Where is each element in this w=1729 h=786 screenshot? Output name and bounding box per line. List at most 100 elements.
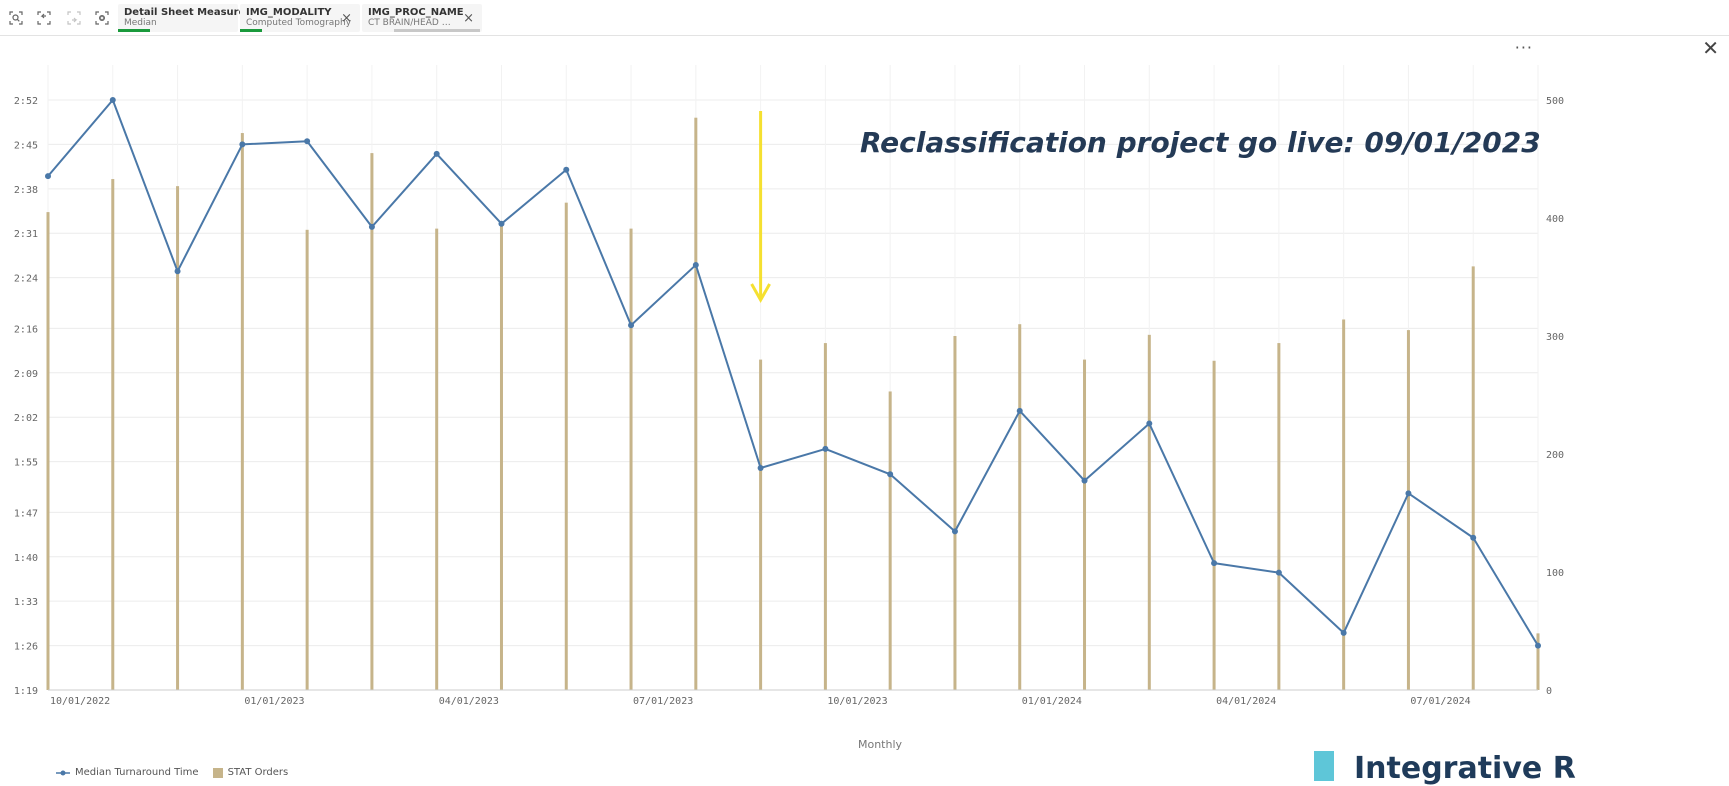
stat-orders-bar: [1536, 633, 1540, 690]
stat-orders-bar: [888, 391, 892, 690]
y-left-tick-label: 1:26: [14, 642, 38, 653]
stat-orders-bar: [564, 202, 568, 690]
stat-orders-bar: [1406, 330, 1410, 690]
step-back-icon: [37, 11, 51, 25]
stat-orders-bar: [499, 221, 503, 691]
legend-item-line[interactable]: Median Turnaround Time: [56, 767, 199, 778]
x-tick-label: 07/01/2024: [1410, 696, 1470, 707]
chip-value: CT BRAIN/HEAD WO CO...: [368, 18, 458, 28]
stat-orders-bar: [1212, 360, 1216, 690]
turnaround-point: [174, 268, 181, 275]
turnaround-point: [1535, 642, 1541, 649]
smart-search-button[interactable]: [6, 8, 26, 28]
stat-orders-bar: [1147, 334, 1151, 690]
legend-item-bars[interactable]: STAT Orders: [212, 767, 289, 778]
y-left-tick-label: 2:24: [14, 274, 38, 285]
turnaround-point: [563, 166, 570, 173]
bar-marker-icon: [212, 767, 223, 778]
selection-chip-img-proc-name[interactable]: IMG_PROC_NAME CT BRAIN/HEAD WO CO... ×: [362, 4, 482, 32]
turnaround-point: [1275, 569, 1282, 576]
turnaround-point: [628, 322, 635, 329]
brand-accent-block: [1314, 751, 1334, 781]
stat-orders-bar: [176, 186, 180, 690]
y-left-tick-label: 1:19: [14, 686, 38, 697]
stat-orders-bar: [370, 153, 374, 691]
stat-orders-bar: [1277, 343, 1281, 690]
y-left-tick-label: 2:31: [14, 229, 38, 240]
turnaround-point: [304, 138, 311, 145]
chip-value: Median: [124, 18, 157, 28]
step-forward-button[interactable]: [64, 8, 84, 28]
search-icon: [9, 11, 23, 25]
turnaround-point: [368, 223, 375, 230]
x-tick-label: 01/01/2023: [244, 696, 304, 707]
chip-title: IMG_PROC_NAME: [368, 7, 464, 18]
turnaround-point: [45, 173, 51, 180]
turnaround-point: [498, 220, 505, 227]
turnaround-point: [1211, 560, 1218, 567]
chip-title: IMG_MODALITY: [246, 7, 332, 18]
line-marker-icon: [56, 770, 70, 775]
stat-orders-bar: [46, 212, 50, 690]
combo-chart: 1:19 1:26 1:33 1:40 1:47 1:55 2:02 2:09 2:16 2:24…: [14, 65, 1564, 751]
chart-axes: 1:19 1:26 1:33 1:40 1:47 1:55 2:02 2:09 2:16 2:24…: [14, 96, 1564, 707]
chip-selection-bar: [118, 29, 150, 32]
y-left-tick-label: 2:45: [14, 140, 38, 151]
stat-orders-bar: [953, 336, 957, 690]
x-tick-label: 10/01/2023: [827, 696, 887, 707]
chip-selection-bar: [394, 29, 480, 32]
stat-orders-bar: [111, 179, 115, 690]
chip-value: Computed Tomography: [246, 18, 352, 28]
turnaround-point: [887, 471, 894, 478]
y-right-tick-label: 500: [1546, 96, 1564, 107]
annotation: Reclassification project go live: 09/01/…: [750, 111, 1541, 304]
legend-label: STAT Orders: [227, 767, 289, 778]
stat-orders-bars: [46, 117, 1540, 691]
turnaround-point: [1016, 407, 1023, 414]
y-right-tick-label: 200: [1546, 450, 1564, 461]
chip-close-icon[interactable]: ×: [463, 11, 474, 26]
clear-selections-button[interactable]: [92, 8, 112, 28]
legend-label: Median Turnaround Time: [75, 767, 199, 778]
turnaround-point: [1340, 629, 1347, 636]
y-left-tick-label: 2:02: [14, 413, 38, 424]
y-left-tick-label: 1:33: [14, 597, 38, 608]
turnaround-point: [822, 445, 829, 452]
x-tick-label: 01/01/2024: [1022, 696, 1082, 707]
stat-orders-bar: [1018, 324, 1022, 690]
y-left-tick-label: 1:47: [14, 508, 38, 519]
y-left-tick-label: 2:16: [14, 324, 38, 335]
step-forward-icon: [67, 11, 81, 25]
turnaround-point: [1146, 420, 1153, 427]
y-right-tick-label: 300: [1546, 332, 1564, 343]
chart-legend: Median Turnaround Time STAT Orders: [56, 767, 288, 778]
turnaround-point: [239, 141, 246, 148]
stat-orders-bar: [759, 359, 763, 690]
stat-orders-bar: [1083, 359, 1087, 690]
selection-chip-img-modality[interactable]: IMG_MODALITY Computed Tomography ×: [240, 4, 360, 32]
y-right-tick-label: 100: [1546, 568, 1564, 579]
chip-close-icon[interactable]: ×: [341, 11, 352, 26]
selection-chip-measure-type[interactable]: Detail Sheet Measure Type Median: [118, 4, 275, 32]
y-left-tick-label: 2:09: [14, 369, 38, 380]
x-tick-label: 07/01/2023: [633, 696, 693, 707]
y-left-tick-label: 1:55: [14, 458, 38, 469]
x-tick-label: 04/01/2023: [439, 696, 499, 707]
turnaround-point: [1405, 490, 1412, 497]
chip-selection-bar: [240, 29, 262, 32]
turnaround-point: [433, 150, 440, 157]
y-left-tick-label: 2:52: [14, 96, 38, 107]
turnaround-point: [757, 464, 764, 471]
turnaround-point: [692, 261, 699, 268]
stat-orders-bar: [435, 228, 439, 690]
stat-orders-bar: [1471, 266, 1475, 690]
step-back-button[interactable]: [34, 8, 54, 28]
y-right-tick-label: 400: [1546, 214, 1564, 225]
stat-orders-bar: [629, 228, 633, 690]
turnaround-point: [1081, 477, 1088, 484]
chip-title: Detail Sheet Measure Type: [124, 7, 275, 18]
selections-toolbar: Detail Sheet Measure Type Median IMG_MOD…: [0, 0, 1729, 36]
annotation-text: Reclassification project go live: 09/01/…: [860, 126, 1541, 159]
x-tick-label: 04/01/2024: [1216, 696, 1276, 707]
x-tick-label: 10/01/2022: [50, 696, 110, 707]
